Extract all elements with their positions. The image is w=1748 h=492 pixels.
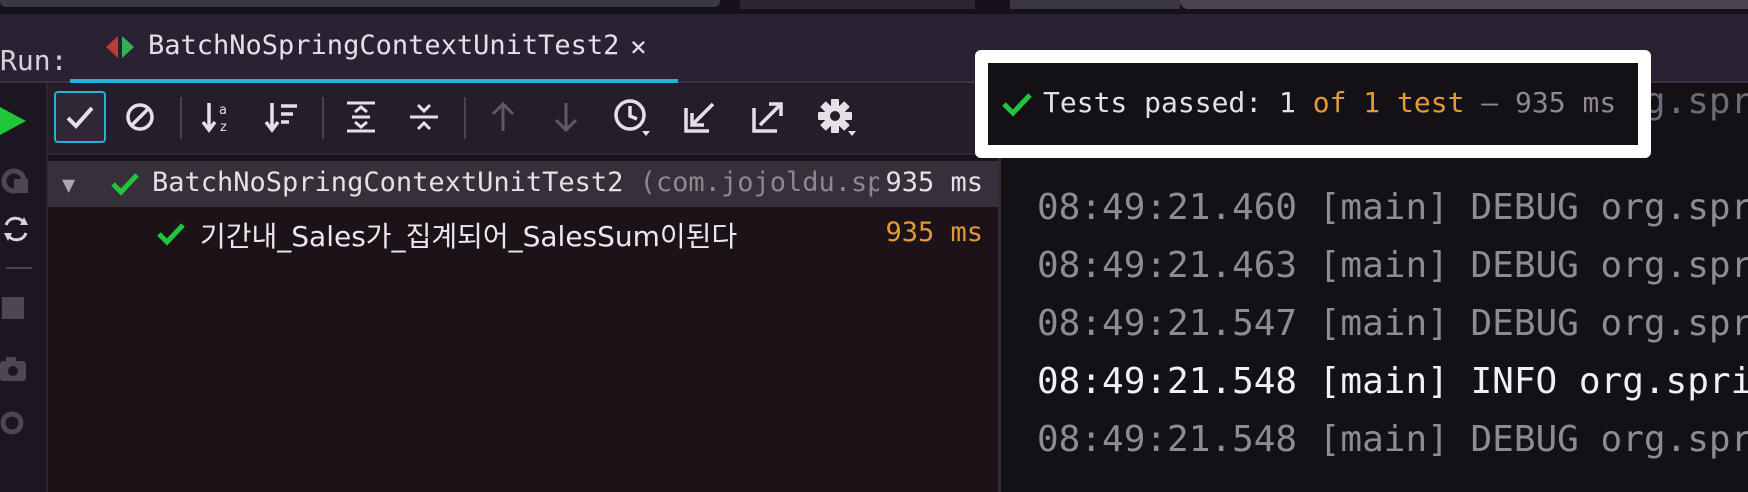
checkmark-icon xyxy=(66,106,94,129)
passed-check-icon xyxy=(111,173,139,196)
sort-alphabetically-button[interactable]: a z xyxy=(193,91,245,143)
run-tab[interactable]: BatchNoSpringContextUnitTest2 × xyxy=(70,14,678,84)
test-class-duration: 935 ms xyxy=(879,167,983,198)
arrow-down-icon xyxy=(554,103,578,133)
status-duration: – 935 ms xyxy=(1464,86,1617,119)
collapse-all-button[interactable] xyxy=(398,91,450,143)
collapse-triangle-icon[interactable]: ▼ xyxy=(62,173,75,198)
no-entry-icon xyxy=(126,103,154,131)
passed-check-icon xyxy=(1002,93,1032,117)
toggle-auto-test-icon[interactable] xyxy=(0,213,32,245)
expand-all-icon xyxy=(347,101,375,133)
toolbar-separator xyxy=(322,97,324,139)
gear-icon xyxy=(818,99,856,136)
svg-text:z: z xyxy=(220,120,227,135)
top-tab-1[interactable] xyxy=(0,0,720,7)
test-status-text: Tests passed: 1 of 1 test – 935 ms xyxy=(1043,86,1616,119)
settings-gear-icon[interactable] xyxy=(0,407,32,439)
console-line: 08:49:21.463 [main] DEBUG org.spr xyxy=(1037,245,1748,286)
test-history-button[interactable] xyxy=(606,91,658,143)
run-tab-label: BatchNoSpringContextUnitTest2 xyxy=(148,30,620,61)
svg-text:a: a xyxy=(219,103,227,118)
top-tab-4[interactable] xyxy=(1180,0,1748,9)
show-passed-button[interactable] xyxy=(54,91,106,143)
console-line: 08:49:21.547 [main] DEBUG org.spr xyxy=(1037,303,1748,344)
test-class-package: (com.jojoldu.spr xyxy=(623,167,900,198)
passed-check-icon xyxy=(157,223,185,246)
toolbar-separator xyxy=(464,97,466,139)
import-tests-button[interactable] xyxy=(674,91,726,143)
run-config-icon xyxy=(106,36,134,58)
test-class-name: BatchNoSpringContextUnitTest2 xyxy=(152,167,624,198)
show-ignored-button[interactable] xyxy=(114,91,166,143)
console-line: 08:49:21.548 [main] DEBUG org.spr xyxy=(1037,419,1748,460)
test-tree: ▼ BatchNoSpringContextUnitTest2 (com.joj… xyxy=(48,155,998,492)
previous-failed-button[interactable] xyxy=(477,91,529,143)
next-failed-button[interactable] xyxy=(540,91,592,143)
history-clock-icon xyxy=(614,99,650,136)
test-method-name: 기간내_Sales가_집계되어_SalesSum이된다 xyxy=(200,220,738,253)
test-method-row[interactable]: 기간내_Sales가_집계되어_SalesSum이된다 935 ms xyxy=(48,211,998,257)
test-status-highlight: Tests passed: 1 of 1 test – 935 ms xyxy=(975,50,1651,158)
top-tab-2[interactable] xyxy=(740,0,975,9)
run-label: Run: xyxy=(0,44,68,77)
status-total: of 1 test xyxy=(1295,86,1465,119)
import-icon xyxy=(684,102,715,133)
sort-alpha-icon: a z xyxy=(201,103,227,135)
side-toolbar-separator xyxy=(6,267,32,269)
rerun-failed-icon[interactable] xyxy=(0,165,32,197)
top-tab-3[interactable] xyxy=(1010,0,1180,9)
camera-icon[interactable] xyxy=(0,353,32,385)
test-status: Tests passed: 1 of 1 test – 935 ms xyxy=(1001,76,1625,134)
toolbar-separator xyxy=(180,97,182,139)
run-side-toolbar xyxy=(0,83,48,492)
sort-duration-icon xyxy=(264,103,297,133)
status-prefix: Tests passed: xyxy=(1043,86,1280,119)
test-class-row[interactable]: ▼ BatchNoSpringContextUnitTest2 (com.joj… xyxy=(48,161,998,207)
test-class-name-wrap: BatchNoSpringContextUnitTest2 (com.jojol… xyxy=(152,167,900,198)
status-passed-count: 1 xyxy=(1279,86,1296,119)
settings-button[interactable] xyxy=(810,91,862,143)
sort-by-duration-button[interactable] xyxy=(256,91,308,143)
test-runner-toolbar: a z xyxy=(48,83,998,155)
export-tests-button[interactable] xyxy=(742,91,794,143)
stop-icon[interactable] xyxy=(0,293,32,325)
window-top-strip xyxy=(0,0,1748,14)
rerun-icon[interactable] xyxy=(0,105,32,137)
test-method-duration: 935 ms xyxy=(885,217,983,248)
export-icon xyxy=(752,102,783,133)
console-line: 08:49:21.548 [main] INFO org.spri xyxy=(1037,361,1748,402)
arrow-up-icon xyxy=(491,101,515,131)
console-line: 08:49:21.460 [main] DEBUG org.spr xyxy=(1037,187,1748,228)
collapse-all-icon xyxy=(410,103,438,131)
expand-all-button[interactable] xyxy=(335,91,387,143)
close-tab-icon[interactable]: × xyxy=(630,30,647,63)
